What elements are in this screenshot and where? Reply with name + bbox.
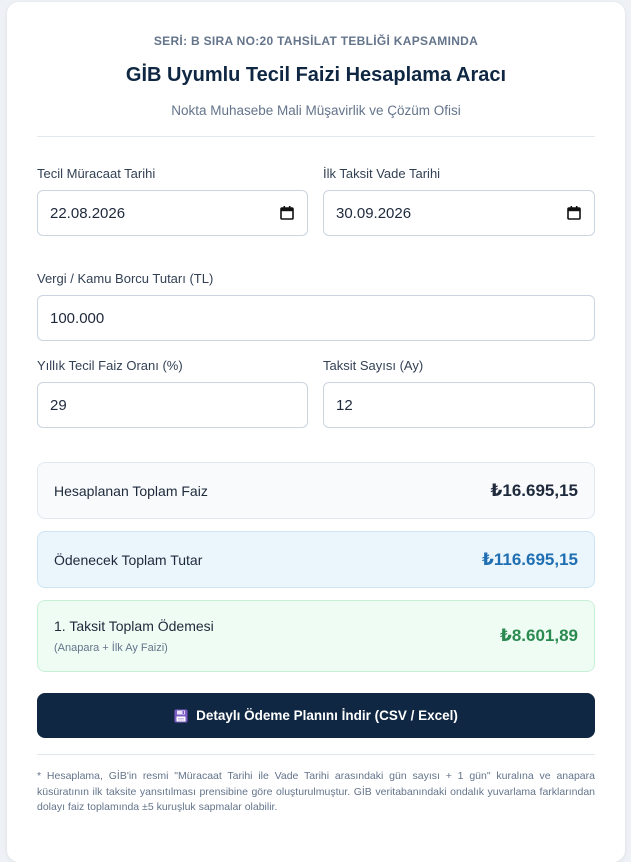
first-due-date-input[interactable]: 30.09.2026 xyxy=(323,190,595,236)
calendar-icon[interactable] xyxy=(279,205,295,221)
total-interest-value: ₺16.695,15 xyxy=(490,480,578,500)
floppy-disk-icon xyxy=(174,709,188,722)
total-payable-value: ₺116.695,15 xyxy=(482,549,578,569)
annual-rate-field: Yıllık Tecil Faiz Oranı (%) 29 xyxy=(37,358,308,428)
download-plan-button[interactable]: Detaylı Ödeme Planını İndir (CSV / Excel… xyxy=(37,693,595,738)
total-interest-label: Hesaplanan Toplam Faiz xyxy=(54,482,208,499)
debt-amount-field: Vergi / Kamu Borcu Tutarı (TL) 100.000 xyxy=(37,271,595,341)
application-date-field: Tecil Müracaat Tarihi 22.08.2026 xyxy=(37,166,308,236)
annual-rate-value: 29 xyxy=(50,396,67,414)
application-date-label: Tecil Müracaat Tarihi xyxy=(37,166,156,181)
application-date-value: 22.08.2026 xyxy=(50,204,126,222)
header-divider xyxy=(37,136,595,137)
total-interest-box: Hesaplanan Toplam Faiz ₺16.695,15 xyxy=(37,462,595,519)
header: SERİ: B SIRA NO:20 TAHSİLAT TEBLİĞİ KAPS… xyxy=(7,2,625,118)
page-subtitle: Nokta Muhasebe Mali Müşavirlik ve Çözüm … xyxy=(171,103,461,118)
first-due-date-value: 30.09.2026 xyxy=(336,204,412,222)
footer-divider xyxy=(37,754,595,755)
calendar-icon[interactable] xyxy=(566,205,582,221)
annual-rate-input[interactable]: 29 xyxy=(37,382,308,428)
first-installment-sublabel: (Anapara + İlk Ay Faizi) xyxy=(54,642,168,654)
series-caption: SERİ: B SIRA NO:20 TAHSİLAT TEBLİĞİ KAPS… xyxy=(153,34,479,48)
first-installment-value: ₺8.601,89 xyxy=(499,626,578,645)
debt-amount-input[interactable]: 100.000 xyxy=(37,295,595,341)
total-payable-label: Ödenecek Toplam Tutar xyxy=(54,551,203,568)
first-due-date-label: İlk Taksit Vade Tarihi xyxy=(323,166,441,181)
annual-rate-label: Yıllık Tecil Faiz Oranı (%) xyxy=(37,358,183,373)
first-installment-box: 1. Taksit Toplam Ödemesi (Anapara + İlk … xyxy=(37,600,595,672)
footnote: * Hesaplama, GİB'in resmi "Müracaat Tari… xyxy=(37,770,595,813)
debt-amount-label: Vergi / Kamu Borcu Tutarı (TL) xyxy=(37,271,214,286)
first-installment-label: 1. Taksit Toplam Ödemesi xyxy=(54,618,214,634)
installments-value: 12 xyxy=(336,396,353,414)
installments-label: Taksit Sayısı (Ay) xyxy=(323,358,424,373)
application-date-input[interactable]: 22.08.2026 xyxy=(37,190,308,236)
calculator-card: SERİ: B SIRA NO:20 TAHSİLAT TEBLİĞİ KAPS… xyxy=(7,2,625,862)
installments-input[interactable]: 12 xyxy=(323,382,595,428)
first-due-date-field: İlk Taksit Vade Tarihi 30.09.2026 xyxy=(323,166,595,236)
first-installment-labels: 1. Taksit Toplam Ödemesi (Anapara + İlk … xyxy=(54,618,214,654)
download-plan-label: Detaylı Ödeme Planını İndir (CSV / Excel… xyxy=(196,708,458,723)
debt-amount-value: 100.000 xyxy=(50,309,105,327)
total-payable-box: Ödenecek Toplam Tutar ₺116.695,15 xyxy=(37,531,595,588)
page-title: GİB Uyumlu Tecil Faizi Hesaplama Aracı xyxy=(125,64,507,86)
installments-field: Taksit Sayısı (Ay) 12 xyxy=(323,358,595,428)
